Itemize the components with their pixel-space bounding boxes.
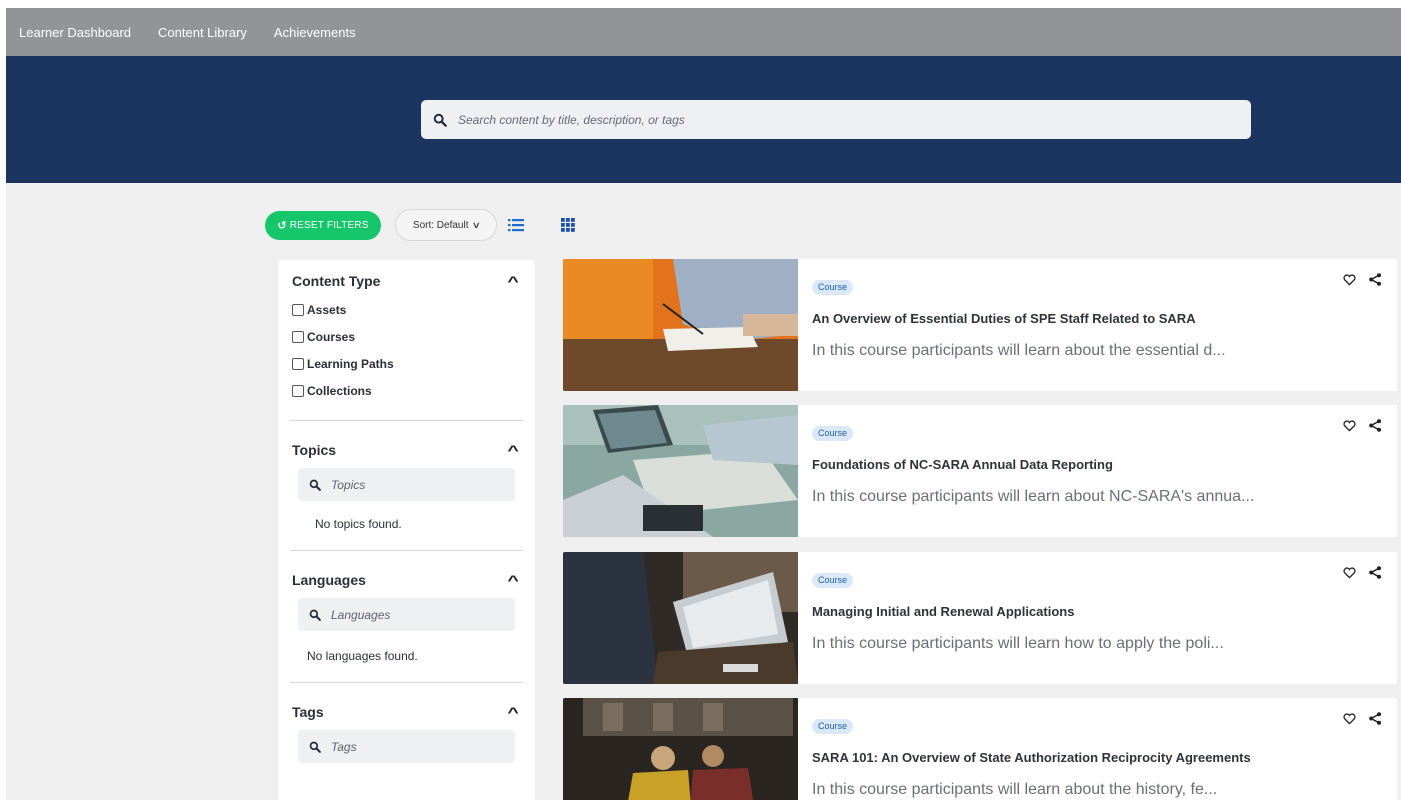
top-nav: Learner Dashboard Content Library Achiev… (6, 8, 1401, 56)
sort-label: Sort: Default (412, 219, 469, 231)
topics-title: Topics (292, 442, 337, 458)
chevron-up-icon: ^ (507, 704, 519, 720)
course-thumbnail-image (563, 698, 798, 800)
favorite-heart-icon[interactable] (1343, 713, 1356, 725)
share-icon[interactable] (1369, 712, 1381, 725)
content-search-bar[interactable] (421, 100, 1251, 139)
search-icon (433, 113, 447, 127)
card-description: In this course participants will learn a… (812, 488, 1255, 505)
checkbox-icon[interactable] (292, 384, 304, 397)
filter-learning-paths-checkbox[interactable]: Learning Paths (292, 350, 521, 377)
content-card[interactable]: Course SARA 101: An Overview of State Au… (563, 698, 1397, 800)
search-icon (309, 609, 321, 621)
languages-title: Languages (292, 572, 366, 588)
content-type-badge: Course (812, 719, 854, 734)
card-description: In this course participants will learn a… (812, 781, 1218, 798)
topics-empty-message: No topics found. (315, 517, 402, 531)
chevron-up-icon: ^ (507, 442, 519, 458)
languages-section: Languages ^ No languages found. (278, 551, 535, 663)
checkbox-icon[interactable] (292, 330, 304, 343)
filter-assets-checkbox[interactable]: Assets (292, 296, 521, 323)
hero-banner (6, 56, 1401, 183)
share-icon[interactable] (1369, 419, 1381, 432)
course-thumbnail-image (563, 552, 798, 684)
chevron-up-icon: ^ (507, 273, 519, 289)
tags-section: Tags ^ (278, 683, 535, 763)
list-view-icon[interactable] (508, 218, 524, 232)
reset-filters-label: RESET FILTERS (289, 220, 369, 231)
sort-dropdown[interactable]: Sort: Default ∨ (395, 209, 497, 241)
checkbox-icon[interactable] (292, 357, 304, 370)
card-description: In this course participants will learn h… (812, 635, 1224, 652)
card-title[interactable]: Managing Initial and Renewal Application… (812, 604, 1074, 619)
content-type-badge: Course (812, 280, 854, 295)
content-type-badge: Course (812, 426, 854, 441)
favorite-heart-icon[interactable] (1343, 567, 1356, 579)
share-icon[interactable] (1369, 566, 1381, 579)
share-icon[interactable] (1369, 273, 1381, 286)
reset-filters-button[interactable]: ↺ RESET FILTERS (265, 211, 381, 240)
content-type-badge: Course (812, 573, 854, 588)
favorite-heart-icon[interactable] (1343, 274, 1356, 286)
languages-header[interactable]: Languages ^ (292, 572, 521, 588)
card-title[interactable]: Foundations of NC-SARA Annual Data Repor… (812, 457, 1113, 472)
tags-header[interactable]: Tags ^ (292, 704, 521, 720)
filter-option-label: Learning Paths (307, 356, 394, 371)
content-card[interactable]: Course An Overview of Essential Duties o… (563, 259, 1397, 391)
filter-option-label: Assets (307, 302, 347, 317)
filter-sidebar: Content Type ^ Assets Courses Learning P… (278, 260, 535, 800)
tags-search-input[interactable] (329, 738, 513, 755)
search-icon (309, 479, 321, 491)
nav-learner-dashboard[interactable]: Learner Dashboard (19, 25, 131, 40)
topics-section: Topics ^ No topics found. (278, 421, 535, 531)
filter-collections-checkbox[interactable]: Collections (292, 377, 521, 404)
languages-empty-message: No languages found. (307, 649, 418, 663)
course-thumbnail-image (563, 405, 798, 537)
topics-search[interactable] (298, 468, 515, 501)
app-frame: Learner Dashboard Content Library Achiev… (6, 8, 1401, 800)
checkbox-icon[interactable] (292, 303, 304, 316)
course-thumbnail-image (563, 259, 798, 391)
languages-search-input[interactable] (329, 606, 513, 623)
grid-view-icon[interactable] (561, 218, 575, 232)
favorite-heart-icon[interactable] (1343, 420, 1356, 432)
chevron-up-icon: ^ (507, 572, 519, 588)
tags-title: Tags (292, 704, 324, 720)
filter-option-label: Courses (307, 329, 356, 344)
card-title[interactable]: SARA 101: An Overview of State Authoriza… (812, 750, 1251, 765)
content-search-input[interactable] (456, 111, 1220, 128)
topics-search-input[interactable] (329, 476, 513, 493)
filter-courses-checkbox[interactable]: Courses (292, 323, 521, 350)
tags-search[interactable] (298, 730, 515, 763)
content-type-title: Content Type (292, 273, 381, 289)
card-description: In this course participants will learn a… (812, 342, 1226, 359)
content-card[interactable]: Course Managing Initial and Renewal Appl… (563, 552, 1397, 684)
filter-option-label: Collections (307, 383, 372, 398)
reset-icon: ↺ (277, 220, 287, 232)
content-type-header[interactable]: Content Type ^ (292, 273, 521, 289)
languages-search[interactable] (298, 598, 515, 631)
search-icon (309, 741, 321, 753)
nav-achievements[interactable]: Achievements (274, 25, 356, 40)
nav-content-library[interactable]: Content Library (158, 25, 247, 40)
content-type-section: Content Type ^ Assets Courses Learning P… (278, 260, 535, 404)
content-card[interactable]: Course Foundations of NC-SARA Annual Dat… (563, 405, 1397, 537)
topics-header[interactable]: Topics ^ (292, 442, 521, 458)
chevron-down-icon: ∨ (471, 219, 481, 230)
card-title[interactable]: An Overview of Essential Duties of SPE S… (812, 311, 1196, 326)
